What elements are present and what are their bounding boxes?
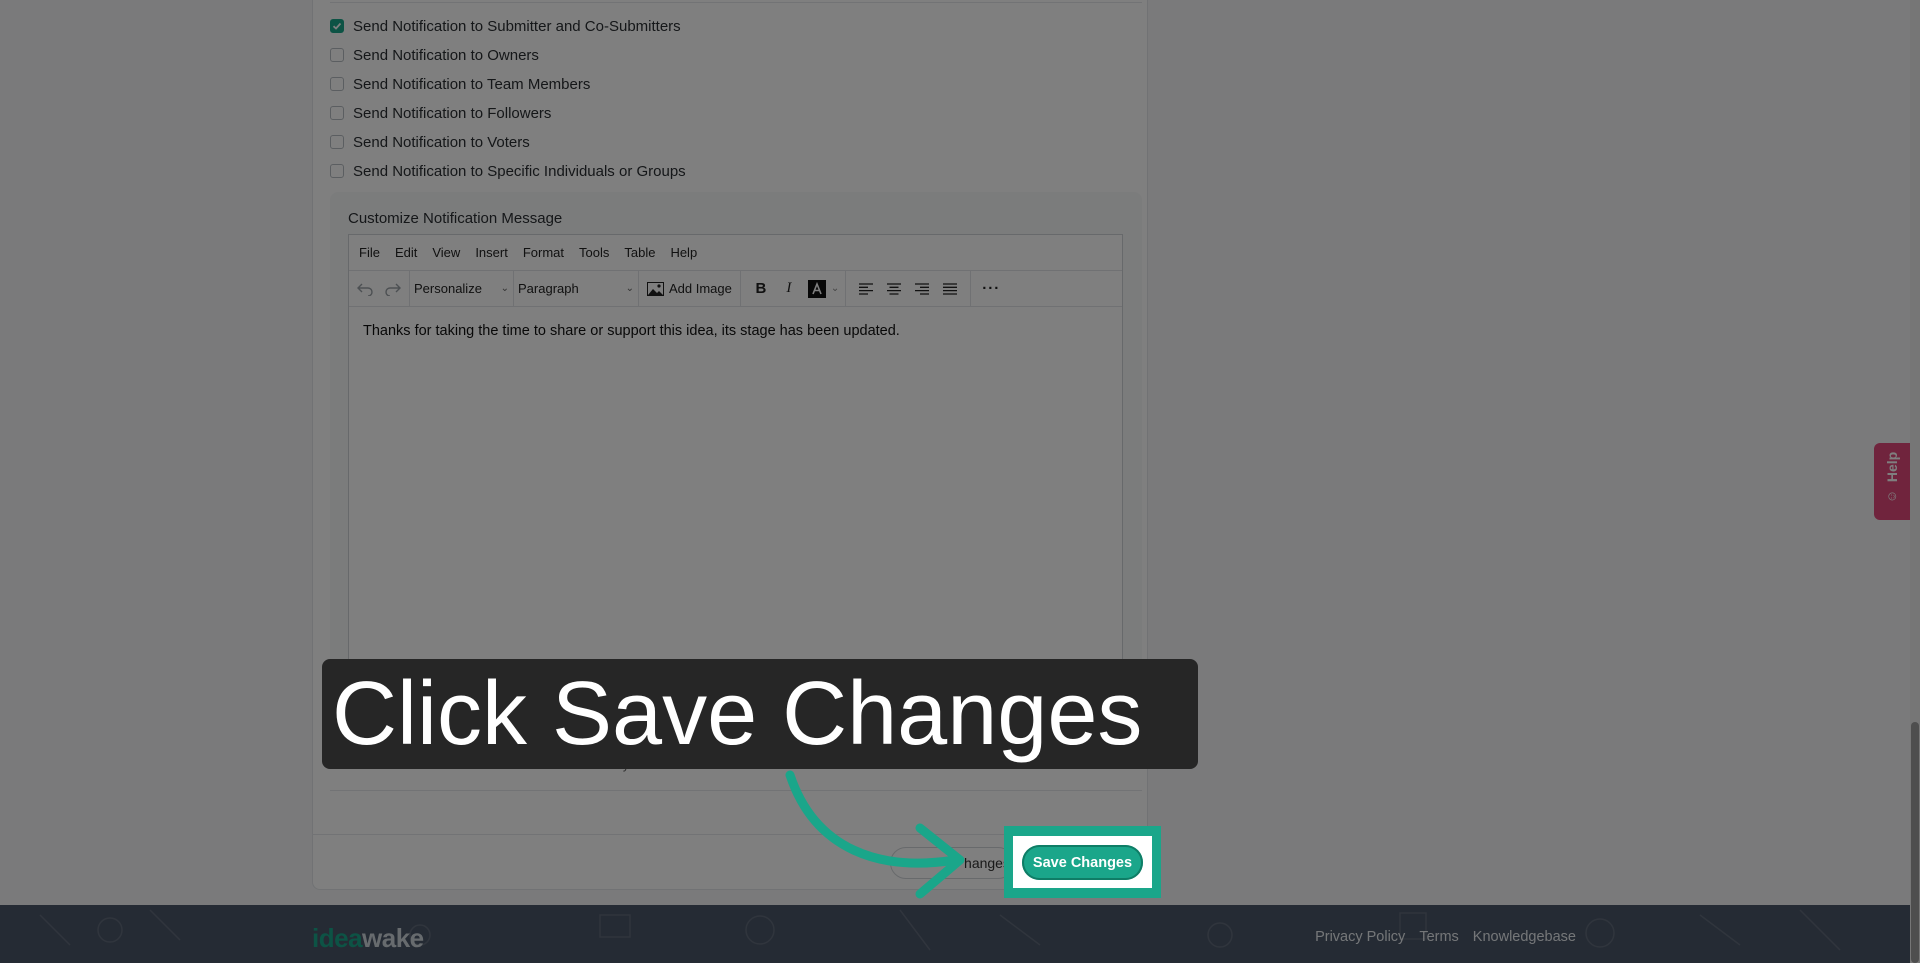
tutorial-callout: Click Save Changes xyxy=(322,659,1198,769)
save-changes-button[interactable]: Save Changes xyxy=(1022,845,1143,880)
pointer-arrow-icon xyxy=(785,770,965,899)
